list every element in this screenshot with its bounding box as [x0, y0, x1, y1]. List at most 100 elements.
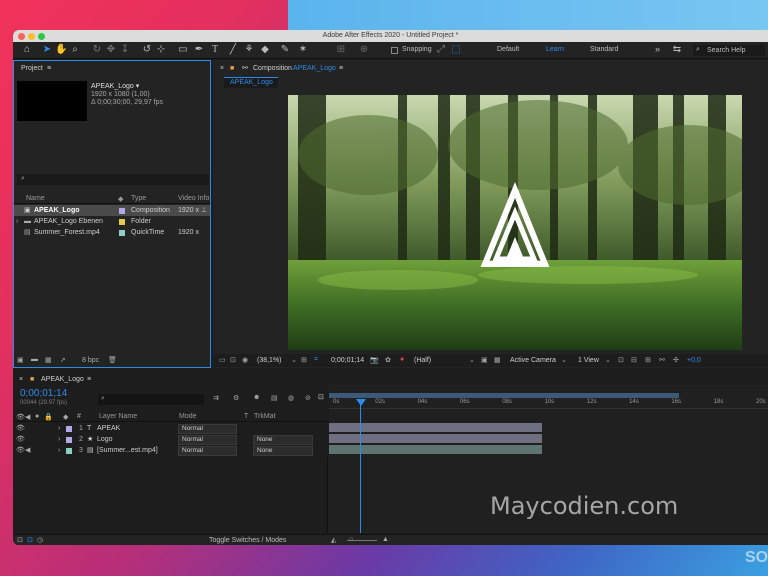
expand-arrow-icon[interactable]: ›	[58, 445, 60, 456]
time-ruler[interactable]: 0s 02s 04s 06s 08s 10s 12s 14s 16s 18s 20s	[329, 399, 768, 409]
trkmat-column-header[interactable]: TrkMat	[254, 413, 276, 420]
flowchart-icon[interactable]: ⊥	[201, 205, 207, 216]
magnification-dropdown[interactable]: (38,1%)	[257, 357, 282, 364]
eye-icon[interactable]: 👁	[16, 445, 25, 456]
layer-name-column-header[interactable]: Layer Name	[99, 413, 137, 420]
label-color-swatch[interactable]	[119, 219, 125, 225]
grid-icon[interactable]: ⊞	[301, 356, 307, 364]
fast-previews-icon[interactable]: ⊟	[631, 356, 637, 364]
rotation-tool-icon[interactable]: ↺	[141, 44, 153, 56]
view-layout-dropdown[interactable]: 1 View	[578, 357, 599, 364]
draft-3d-icon[interactable]: ⚙	[233, 394, 239, 402]
sync-icon[interactable]: ⇆	[671, 44, 683, 56]
workspace-standard[interactable]: Standard	[590, 46, 618, 53]
comp-name[interactable]: APEAK_Logo ▾	[91, 82, 139, 90]
composition-tab[interactable]: APEAK_Logo	[224, 77, 278, 88]
orbit-tool-icon[interactable]: ↻	[91, 44, 103, 56]
close-panel-icon[interactable]: ×	[19, 373, 23, 386]
roto-brush-tool-icon[interactable]: ✎	[279, 44, 291, 56]
shy-layers-icon[interactable]: ☻	[253, 394, 260, 401]
align-icon[interactable]: ⊞	[335, 44, 347, 56]
lock-column-icon[interactable]: 🔒	[44, 413, 53, 421]
audio-icon[interactable]: ◀	[25, 413, 30, 421]
comp-flowchart-icon[interactable]: ⚯	[242, 62, 248, 75]
axis-icon[interactable]: ⊕	[358, 44, 370, 56]
snap-target-icon[interactable]: ⬚	[450, 44, 462, 56]
type-column-header[interactable]: Type	[131, 195, 146, 202]
pixel-aspect-icon[interactable]: ⊡	[618, 356, 624, 364]
search-help-field[interactable]: ⌕ Search Help	[693, 45, 765, 56]
zoom-slider-handle[interactable]: ○	[349, 536, 353, 543]
resolution-dropdown[interactable]: (Half)	[414, 357, 431, 364]
composition-viewer[interactable]	[288, 95, 742, 350]
video-visibility-icon[interactable]: 👁	[16, 413, 25, 421]
chevron-down-icon[interactable]: ⌄	[469, 356, 475, 364]
region-of-interest-icon[interactable]: ▣	[481, 356, 488, 364]
vr-preview-icon[interactable]: ⊡	[230, 356, 236, 364]
timeline-current-time[interactable]: 0;00;01;14	[20, 388, 67, 399]
composition-menu-icon[interactable]: ≡	[339, 62, 343, 75]
project-bit-depth[interactable]: 8 bpc	[82, 357, 99, 364]
type-tool-icon[interactable]: T	[209, 44, 221, 56]
speaker-icon[interactable]: ◀	[25, 445, 30, 456]
blend-mode-dropdown[interactable]: Normal	[178, 446, 237, 456]
hand-tool-icon[interactable]: ✋	[55, 44, 67, 56]
transparency-grid-icon[interactable]: ▦	[494, 356, 501, 364]
timeline-search-field[interactable]: ⌕	[98, 394, 204, 405]
label-color-swatch[interactable]	[66, 448, 72, 454]
graph-editor-button[interactable]: ⊡	[318, 393, 324, 401]
home-icon[interactable]: ⌂	[21, 44, 33, 56]
trash-icon[interactable]: 🗑	[108, 356, 117, 364]
label-color-swatch[interactable]	[66, 426, 72, 432]
eraser-tool-icon[interactable]: ◆	[259, 44, 271, 56]
clone-stamp-tool-icon[interactable]: ⚘	[243, 44, 255, 56]
pen-tool-icon[interactable]: ✒	[193, 44, 205, 56]
mode-column-header[interactable]: Mode	[179, 413, 197, 420]
timeline-tab-label[interactable]: APEAK_Logo	[41, 373, 84, 386]
flowchart-icon[interactable]: ⚯	[659, 356, 665, 364]
project-item-apeak-logo[interactable]: ▣ APEAK_Logo Composition 1920 x ⊥	[14, 205, 210, 216]
work-area-bar[interactable]	[329, 393, 679, 398]
expand-arrow-icon[interactable]: ›	[58, 423, 60, 434]
workspace-default[interactable]: Default	[497, 46, 519, 53]
timeline-icon[interactable]: ⊞	[645, 356, 651, 364]
layer-switches-icon[interactable]: ⊡	[17, 536, 23, 544]
blend-mode-dropdown[interactable]: Normal	[178, 435, 237, 445]
label-column-icon[interactable]: ◆	[63, 413, 68, 421]
exposure-reset-icon[interactable]: ✣	[673, 356, 679, 364]
project-item-footage[interactable]: ▤ Summer_Forest.mp4 QuickTime 1920 x	[14, 227, 210, 238]
eye-icon[interactable]: 👁	[16, 423, 25, 434]
layer-row-summer-forest[interactable]: 👁 ◀ › 3 ▤ [Summer...est.mp4] Normal None	[13, 445, 328, 456]
label-color-swatch[interactable]	[66, 437, 72, 443]
panel-menu-icon[interactable]: ≡	[47, 62, 51, 75]
interpret-footage-icon[interactable]: ▣	[17, 356, 24, 364]
label-color-swatch[interactable]	[119, 208, 125, 214]
ram-preview-icon[interactable]: ◉	[242, 356, 248, 364]
in-out-icon[interactable]: ◷	[37, 536, 43, 544]
frame-blending-icon[interactable]: ▤	[271, 394, 278, 402]
minimize-window-button[interactable]	[28, 33, 35, 40]
track-matte-dropdown[interactable]: None	[253, 435, 313, 445]
always-preview-icon[interactable]: ▭	[219, 356, 226, 364]
project-search-field[interactable]: ⌕	[17, 174, 209, 185]
color-channel-icon[interactable]: ●	[400, 356, 404, 363]
exposure-value[interactable]: +0,0	[687, 357, 701, 364]
anchor-tool-icon[interactable]: ⊹	[155, 44, 167, 56]
video-info-column-header[interactable]: Video Info	[178, 195, 209, 202]
puppet-tool-icon[interactable]: ✶	[297, 44, 309, 56]
snapping-checkbox[interactable]	[391, 47, 398, 54]
camera-view-dropdown[interactable]: Active Camera	[510, 357, 556, 364]
chevron-down-icon[interactable]: ⌄	[561, 356, 567, 364]
graph-editor-icon[interactable]: ⊘	[305, 394, 311, 402]
project-item-folder[interactable]: › ▬ APEAK_Logo Ebenen Folder	[14, 216, 210, 227]
layer-row-apeak[interactable]: 👁 › 1 T APEAK Normal	[13, 423, 328, 434]
label-icon[interactable]: ◆	[118, 195, 123, 203]
zoom-tool-icon[interactable]: ⌕	[69, 44, 81, 56]
composition-name-link[interactable]: APEAK_Logo	[293, 62, 336, 75]
timeline-menu-icon[interactable]: ≡	[87, 373, 91, 386]
chevron-down-icon[interactable]: ⌄	[291, 356, 297, 364]
layer-row-logo[interactable]: 👁 › 2 ★ Logo Normal None	[13, 434, 328, 445]
solo-icon[interactable]: ●	[35, 413, 39, 420]
name-column-header[interactable]: Name	[26, 195, 45, 202]
new-composition-icon[interactable]: ▦	[45, 356, 52, 364]
